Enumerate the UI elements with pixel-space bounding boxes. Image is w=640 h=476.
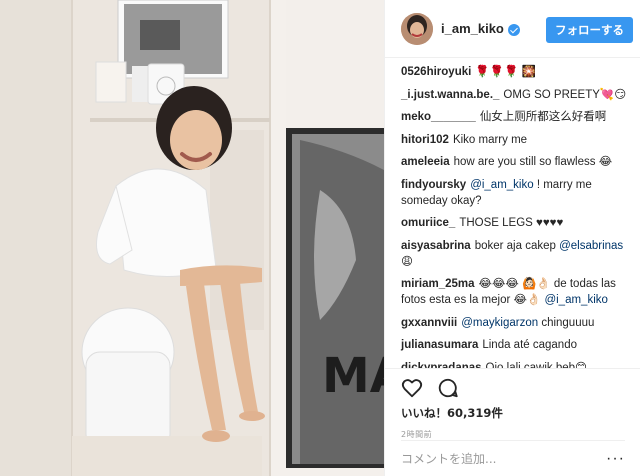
post-actions: いいね！60,319件 2時間前 ··· [385,368,640,476]
follow-button[interactable]: フォローする [546,17,633,43]
post-header: i_am_kiko フォローする [385,0,640,58]
add-comment-bar: ··· [401,440,625,476]
comment-item: omuriice_ THOSE LEGS ♥♥♥♥ [401,215,633,231]
comment-username-link[interactable]: julianasumara [401,339,478,351]
like-count[interactable]: いいね！60,319件 [401,405,640,421]
comment-mention-link[interactable]: @i_am_kiko [544,294,607,306]
photo-illustration: MA [0,0,384,476]
comment-text: 😩 [401,255,413,268]
comment-username-link[interactable]: 0526hiroyuki [401,66,471,78]
comment-username-link[interactable]: aisyasabrina [401,240,471,252]
action-icons [401,369,640,401]
comment-text: chinguuuu [538,316,595,329]
comment-item: ameleeia how are you still so flawless 😂 [401,154,633,170]
avatar[interactable] [401,12,433,45]
comment-item: _i.just.wanna.be._ OMG SO PREETY💘😏 [401,87,633,103]
comment-item: 0526hiroyuki 🌹🌹🌹 🎇 [401,64,633,80]
svg-text:MA: MA [322,348,384,404]
comment-text: THOSE LEGS ♥♥♥♥ [459,217,564,229]
comment-username-link[interactable]: _i.just.wanna.be._ [401,89,499,101]
comment-item: findyoursky @i_am_kiko ! marry me someday… [401,177,633,209]
comment-username-link[interactable]: findyoursky [401,179,466,191]
verified-badge-icon [507,23,520,36]
comment-username-link[interactable]: miriam_25ma [401,278,475,290]
comment-item: miriam_25ma 😂😂😂 🙆🏻👌🏻 de todas las fotos e… [401,276,633,308]
comment-username-link[interactable]: hitori102 [401,134,449,146]
comment-item: aisyasabrina boker aja cakep @elsabrinas … [401,238,633,270]
comment-input[interactable] [401,451,607,466]
comment-text: 仙女上厕所都这么好看啊 [479,111,607,123]
username-link[interactable]: i_am_kiko [441,21,504,36]
comment-item: julianasumara Linda até cagando [401,337,633,353]
ellipsis-icon[interactable]: ··· [606,450,625,467]
comment-username-link[interactable]: meko_______ [401,111,476,123]
comment-text: how are you still so flawless 😂 [453,156,613,168]
comment-text: OMG SO PREETY💘😏 [503,88,627,101]
comment-username-link[interactable]: gxxannviii [401,317,457,329]
post-timestamp: 2時間前 [401,430,433,439]
comment-text: Linda até cagando [482,339,577,351]
speech-bubble-icon[interactable] [437,377,459,399]
comment-text: boker aja cakep [474,239,560,252]
comment-mention-link[interactable]: @i_am_kiko [470,179,533,191]
post-photo[interactable]: MA [0,0,384,476]
comment-item: gxxannviii @maykigarzon chinguuuu [401,315,633,331]
comment-item: meko_______ 仙女上厕所都这么好看啊 [401,109,633,125]
comment-text: 🌹🌹🌹 🎇 [475,66,536,78]
heart-icon[interactable] [401,377,423,399]
comment-username-link[interactable]: omuriice_ [401,217,455,229]
comment-list: 0526hiroyuki 🌹🌹🌹 🎇 _i.just.wanna.be._ OMG S… [385,58,640,368]
post-sidebar: i_am_kiko フォローする 0526hiroyuki 🌹🌹🌹 🎇 _i.jus… [384,0,640,476]
comment-item: dickypradanas Ojo lali cawik beb😊 [401,360,633,369]
comment-username-link[interactable]: ameleeia [401,156,450,168]
comment-mention-link[interactable]: @elsabrinas [559,240,623,252]
comment-item: hitori102 Kiko marry me [401,132,633,148]
comment-text: Kiko marry me [452,133,528,146]
comment-mention-link[interactable]: @maykigarzon [461,317,538,329]
